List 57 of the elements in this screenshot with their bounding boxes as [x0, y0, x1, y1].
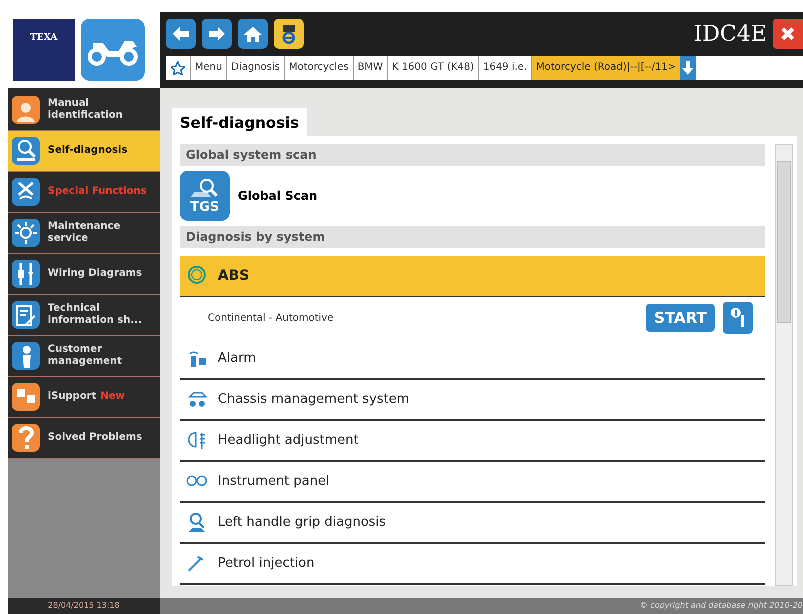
section-header: Global system scan — [180, 144, 765, 166]
system-row[interactable]: Headlight adjustment — [180, 421, 765, 462]
system-row[interactable]: Left handle grip diagnosis — [180, 503, 765, 544]
info-button[interactable] — [723, 302, 753, 334]
sidebar-label: Solved Problems — [48, 432, 142, 444]
breadcrumb-item[interactable]: BMW — [352, 56, 388, 80]
supplier-label: Continental - Automotive — [208, 312, 334, 324]
sidebar-item[interactable]: Technical information sh... — [8, 295, 160, 336]
breadcrumb-item[interactable]: Motorcycle (Road)|--|[--/11> — [531, 56, 680, 80]
sidebar-label: Manual identification — [48, 98, 124, 122]
global-scan-button[interactable]: TGS — [180, 171, 230, 221]
start-button[interactable]: START — [646, 304, 715, 332]
scan-label: Global Scan — [238, 189, 318, 203]
scrollbar-thumb[interactable] — [777, 161, 791, 323]
abs-icon — [186, 265, 208, 287]
new-label: New — [100, 391, 126, 402]
sidebar-item[interactable]: Maintenance service — [8, 213, 160, 254]
headlight-icon — [186, 430, 208, 452]
section-header: Diagnosis by system — [180, 226, 765, 248]
sidebar-item[interactable]: Customer management — [8, 336, 160, 377]
sidebar-label: Customer management — [48, 344, 124, 368]
close-icon — [780, 26, 796, 42]
motorcycle-tile[interactable] — [81, 19, 145, 81]
sidebar-label: Special Functions — [48, 186, 147, 198]
breadcrumb-item[interactable]: K 1600 GT (K48) — [387, 56, 478, 80]
sidebar-item[interactable]: Wiring Diagrams — [8, 254, 160, 295]
info-icon — [730, 307, 746, 329]
system-row[interactable]: Alarm — [180, 339, 765, 380]
breadcrumb-item[interactable]: Menu — [190, 56, 226, 80]
scroll-down-button[interactable] — [680, 56, 696, 80]
date-time: 28/04/2015 13:18 — [8, 598, 160, 614]
browser-button[interactable] — [274, 19, 304, 49]
star-icon — [171, 61, 185, 75]
system-row[interactable]: Petrol injection — [180, 544, 765, 585]
sidebar-label: Technical information sh... — [48, 303, 144, 327]
system-row[interactable]: ABS — [180, 256, 765, 297]
sidebar-label: Self-diagnosis — [48, 145, 128, 157]
system-row[interactable]: Instrument panel — [180, 462, 765, 503]
sidebar-label: Wiring Diagrams — [48, 268, 142, 280]
forward-button[interactable] — [202, 19, 232, 49]
sidebar-label: Maintenance service — [48, 221, 122, 245]
scrollbar[interactable] — [775, 144, 793, 586]
page-title: Self-diagnosis — [172, 108, 308, 136]
app-title: IDC4E — [694, 22, 767, 46]
breadcrumb-item[interactable]: Motorcycles — [284, 56, 353, 80]
copyright-notice: © copyright and database right 2010-20 — [160, 598, 803, 614]
system-row[interactable]: Chassis management system — [180, 380, 765, 421]
sidebar-item[interactable]: Self-diagnosis — [8, 131, 160, 172]
sidebar-item[interactable]: Special Functions — [8, 172, 160, 213]
close-button[interactable] — [773, 19, 803, 49]
sidebar-label: iSupport — [48, 391, 97, 402]
home-button[interactable] — [238, 19, 268, 49]
down-arrow-icon — [682, 61, 694, 75]
back-button[interactable] — [166, 19, 196, 49]
brand-logo: TEXA — [13, 19, 75, 81]
breadcrumb-item[interactable]: Diagnosis — [226, 56, 284, 80]
sidebar-item[interactable]: iSupport New — [8, 377, 160, 418]
